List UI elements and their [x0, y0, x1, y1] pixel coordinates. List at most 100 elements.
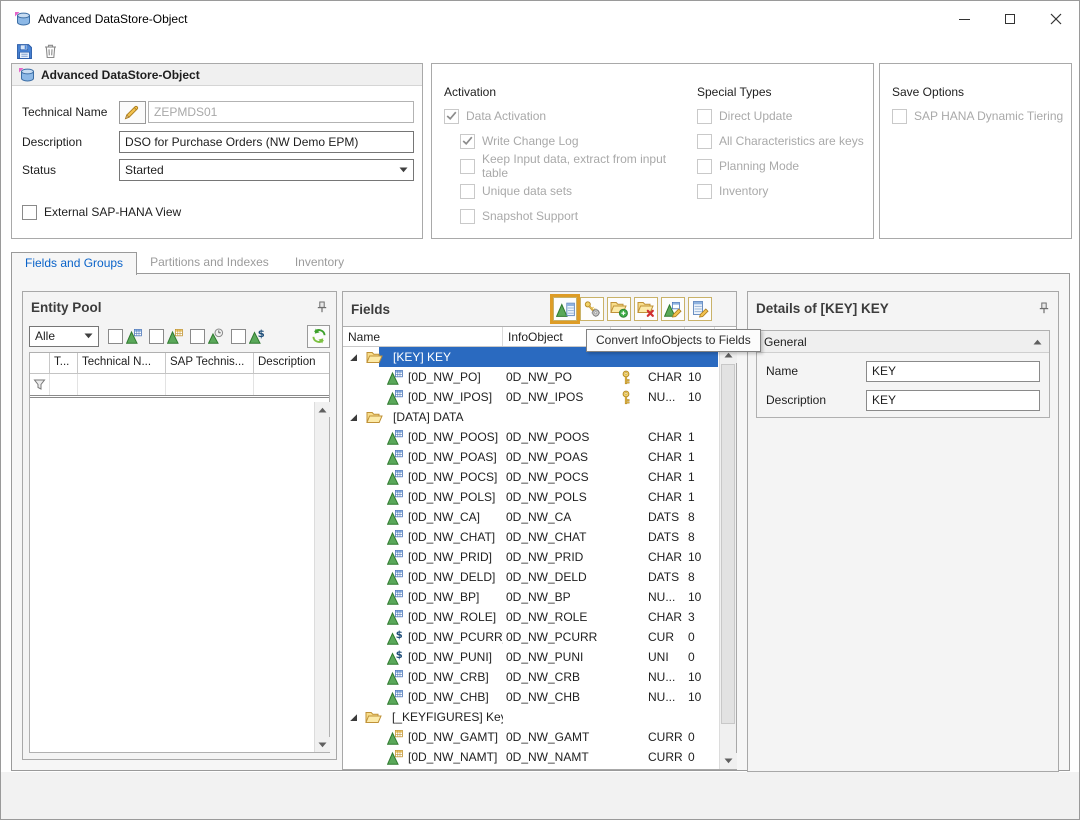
checkbox[interactable]	[444, 109, 459, 124]
remove-group-button[interactable]	[634, 297, 658, 321]
edit-technical-name-button[interactable]	[119, 101, 146, 124]
field-datatype: CHAR	[641, 430, 685, 444]
field-row[interactable]: [0D_NW_CRB]0D_NW_CRBNU...10	[343, 667, 719, 687]
pin-icon[interactable]	[1038, 302, 1050, 314]
expand-icon[interactable]	[349, 713, 358, 722]
field-row[interactable]: [0D_NW_IPOS]0D_NW_IPOSNU...10	[343, 387, 719, 407]
field-row[interactable]: [0D_NW_ROLE]0D_NW_ROLECHAR3	[343, 607, 719, 627]
manage-keys-button[interactable]	[580, 297, 604, 321]
close-button[interactable]	[1033, 1, 1079, 37]
activation-title: Activation	[444, 85, 694, 99]
entity-pool-column-header[interactable]: Description	[254, 353, 329, 373]
field-row[interactable]: [0D_NW_DELD]0D_NW_DELDDATS8	[343, 567, 719, 587]
folder-icon	[366, 410, 383, 424]
checkbox[interactable]	[460, 134, 475, 149]
tab-inventory[interactable]: Inventory	[282, 252, 357, 275]
tab-fields-and-groups[interactable]: Fields and Groups	[11, 252, 137, 275]
pin-icon[interactable]	[316, 301, 328, 313]
entity-pool-filter-dropdown[interactable]: Alle	[29, 326, 99, 347]
general-section-header[interactable]: General	[757, 331, 1049, 353]
checkbox[interactable]	[460, 159, 475, 174]
checkbox-label: Write Change Log	[482, 134, 579, 148]
checkbox[interactable]	[892, 109, 907, 124]
description-field[interactable]: DSO for Purchase Orders (NW Demo EPM)	[119, 131, 414, 153]
checkbox[interactable]	[697, 109, 712, 124]
convert-infoobjects-button[interactable]	[553, 297, 577, 321]
field-group-row[interactable]: [_KEYFIGURES] Key...	[343, 707, 719, 727]
field-row[interactable]: [0D_NW_NAMT]0D_NW_NAMTCURR0	[343, 747, 719, 767]
entity-pool-column-header[interactable]: T...	[50, 353, 78, 373]
field-row[interactable]: [0D_NW_PRID]0D_NW_PRIDCHAR10	[343, 547, 719, 567]
entity-pool-column-header[interactable]	[30, 353, 50, 373]
characteristic-icon	[387, 669, 403, 685]
field-row[interactable]: [0D_NW_CHAT]0D_NW_CHATDATS8	[343, 527, 719, 547]
field-length: 8	[685, 510, 715, 524]
field-row[interactable]: [0D_NW_POOS]0D_NW_POOSCHAR1	[343, 427, 719, 447]
tab-partitions-and-indexes[interactable]: Partitions and Indexes	[137, 252, 282, 275]
checkbox[interactable]	[697, 159, 712, 174]
status-dropdown[interactable]: Started	[119, 159, 414, 181]
folder-icon	[366, 350, 383, 364]
collapse-icon[interactable]	[1033, 339, 1042, 345]
entity-filter-checkbox[interactable]	[108, 329, 123, 344]
field-row[interactable]: [0D_NW_PO]0D_NW_POCHAR10	[343, 367, 719, 387]
filter-cell[interactable]	[50, 374, 78, 395]
expand-icon[interactable]	[349, 413, 359, 422]
filter-cell[interactable]	[166, 374, 254, 395]
field-row[interactable]: $[0D_NW_PUNI]0D_NW_PUNIUNI0	[343, 647, 719, 667]
checkbox[interactable]	[460, 209, 475, 224]
refresh-button[interactable]	[307, 325, 330, 348]
field-row[interactable]: [0D_NW_GAMT]0D_NW_GAMTCURR0	[343, 727, 719, 747]
edit-infoobject-icon	[664, 300, 682, 318]
expand-icon[interactable]	[349, 353, 359, 362]
field-row[interactable]: [0D_NW_POCS]0D_NW_POCSCHAR1	[343, 467, 719, 487]
scroll-down-icon[interactable]	[720, 753, 737, 769]
field-group-row[interactable]: [DATA] DATA	[343, 407, 719, 427]
minimize-button[interactable]	[941, 1, 987, 37]
scroll-down-icon[interactable]	[315, 737, 330, 752]
field-row[interactable]: [0D_NW_CHB]0D_NW_CHBNU...10	[343, 687, 719, 707]
save-button[interactable]	[14, 41, 34, 61]
entity-pool-column-header[interactable]: Technical N...	[78, 353, 166, 373]
field-row[interactable]: [0D_NW_CA]0D_NW_CADATS8	[343, 507, 719, 527]
filter-cell[interactable]	[254, 374, 329, 395]
field-row[interactable]: $[0D_NW_PCURR]0D_NW_PCURRCUR0	[343, 627, 719, 647]
general-group-title: Advanced DataStore-Object	[41, 68, 200, 82]
field-row[interactable]: [0D_NW_POAS]0D_NW_POASCHAR1	[343, 447, 719, 467]
external-hana-view-checkbox[interactable]	[22, 205, 37, 220]
detail-name-field[interactable]: KEY	[866, 361, 1040, 382]
entity-filter-checkbox[interactable]	[149, 329, 164, 344]
field-row[interactable]: [0D_NW_BP]0D_NW_BPNU...10	[343, 587, 719, 607]
filter-cell[interactable]	[78, 374, 166, 395]
add-group-button[interactable]	[607, 297, 631, 321]
checkbox[interactable]	[460, 184, 475, 199]
edit-infoobject-button[interactable]	[661, 297, 685, 321]
scrollbar-thumb[interactable]	[721, 364, 735, 724]
field-row[interactable]: [0D_NW_POLS]0D_NW_POLSCHAR1	[343, 487, 719, 507]
field-row[interactable]	[343, 767, 719, 769]
fields-scrollbar[interactable]	[719, 347, 736, 769]
technical-name-field[interactable]: ZEPMDS01	[148, 101, 414, 123]
scroll-up-icon[interactable]	[315, 402, 330, 417]
checkbox[interactable]	[697, 134, 712, 149]
field-infoobject: 0D_NW_PUNI	[503, 650, 611, 664]
svg-text:$: $	[396, 650, 403, 661]
delete-button[interactable]	[40, 41, 60, 61]
maximize-button[interactable]	[987, 1, 1033, 37]
entity-filter-checkbox[interactable]	[190, 329, 205, 344]
checkbox-label: Inventory	[719, 184, 768, 198]
field-infoobject: 0D_NW_PCURR	[503, 630, 611, 644]
detail-description-field[interactable]: KEY	[866, 390, 1040, 411]
keyfigure-icon	[387, 749, 403, 765]
entity-filter-checkbox[interactable]	[231, 329, 246, 344]
edit-field-button[interactable]	[688, 297, 712, 321]
save-icon	[16, 43, 33, 60]
field-datatype: NU...	[641, 670, 685, 684]
filter-funnel-cell[interactable]	[30, 374, 50, 395]
fields-column-name[interactable]: Name	[343, 327, 503, 346]
characteristic-icon	[387, 609, 403, 625]
entity-pool-scrollbar[interactable]	[314, 402, 329, 752]
field-length: 0	[685, 630, 715, 644]
entity-pool-column-header[interactable]: SAP Technis...	[166, 353, 254, 373]
checkbox[interactable]	[697, 184, 712, 199]
